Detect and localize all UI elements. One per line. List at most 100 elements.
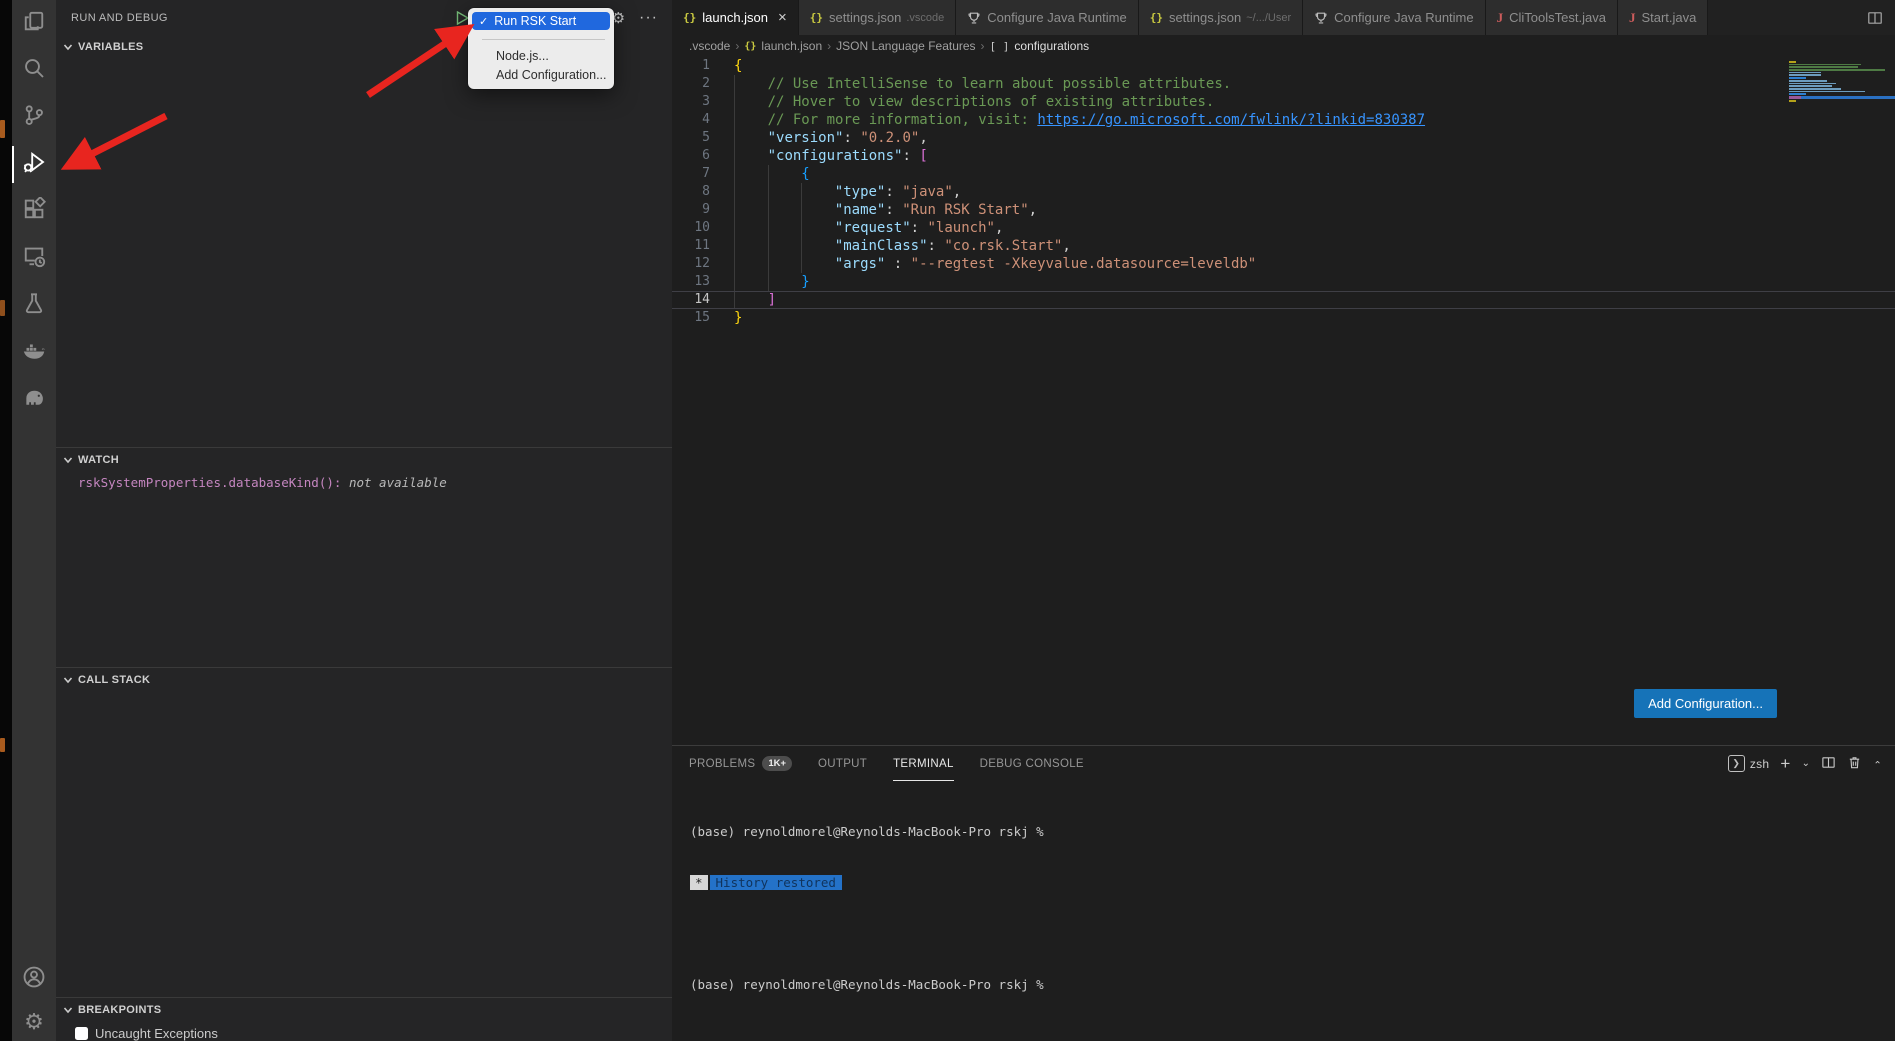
settings-gear-icon: ⚙ [24, 1011, 44, 1033]
breadcrumb-separator: › [735, 39, 739, 53]
tab-label: settings.json [1169, 10, 1241, 25]
code-line[interactable]: 5"version": "0.2.0", [672, 129, 1895, 147]
code-line[interactable]: 1{ [672, 57, 1895, 75]
maximize-panel-icon[interactable]: ⌄ [1873, 758, 1882, 769]
add-configuration-button[interactable]: Add Configuration... [1634, 689, 1777, 718]
code-line[interactable]: 3// Hover to view descriptions of existi… [672, 93, 1895, 111]
menu-item-add-configuration[interactable]: Add Configuration... [468, 66, 614, 84]
tab-label: Configure Java Runtime [987, 10, 1126, 25]
watch-expression-row[interactable]: rskSystemProperties.databaseKind(): not … [56, 472, 672, 490]
line-number: 11 [672, 237, 734, 255]
sidebar-item-settings[interactable]: ⚙ [12, 1003, 56, 1041]
tab-detail: ~/.../User [1246, 12, 1291, 24]
terminal-line [690, 925, 1895, 942]
breadcrumb-item[interactable]: configurations [1014, 39, 1089, 53]
breakpoint-row[interactable]: Uncaught Exceptions [56, 1022, 672, 1041]
code-line[interactable]: 10"request": "launch", [672, 219, 1895, 237]
breakpoints-section-header[interactable]: BREAKPOINTS [56, 998, 672, 1022]
more-actions-icon[interactable]: ··· [639, 9, 658, 27]
breadcrumb-item[interactable]: JSON Language Features [836, 39, 975, 53]
line-number: 4 [672, 111, 734, 129]
tab-detail: .vscode [906, 12, 944, 24]
code-editor[interactable]: 1{2// Use IntelliSense to learn about po… [672, 57, 1895, 745]
new-terminal-icon[interactable]: + [1780, 754, 1790, 774]
terminal-line-history: *History restored [690, 874, 1895, 891]
code-line[interactable]: 4// For more information, visit: https:/… [672, 111, 1895, 129]
code-lines: 1{2// Use IntelliSense to learn about po… [672, 57, 1895, 327]
line-number: 10 [672, 219, 734, 237]
breadcrumb-item[interactable]: .vscode [689, 39, 730, 53]
sidebar-item-accounts[interactable] [12, 956, 56, 1003]
split-terminal-icon[interactable] [1821, 755, 1836, 773]
kill-terminal-icon[interactable] [1847, 755, 1862, 773]
json-icon: {} [810, 11, 823, 24]
tab-terminal[interactable]: TERMINAL [893, 746, 954, 781]
code-line[interactable]: 9"name": "Run RSK Start", [672, 201, 1895, 219]
shell-selector[interactable]: ❯ zsh [1728, 755, 1770, 772]
watch-section: WATCH rskSystemProperties.databaseKind()… [56, 447, 672, 667]
explorer-icon [22, 9, 46, 38]
sidebar-item-gradle[interactable] [12, 376, 56, 423]
watch-section-header[interactable]: WATCH [56, 448, 672, 472]
panel-tab-label: PROBLEMS [689, 758, 755, 770]
editor-group: {} launch.json × {} settings.json .vscod… [672, 0, 1895, 1041]
tab-start-java[interactable]: J Start.java [1618, 0, 1708, 35]
tab-settings-json-vscode[interactable]: {} settings.json .vscode [799, 0, 956, 35]
close-icon[interactable]: × [778, 10, 787, 25]
sidebar-item-explorer[interactable] [12, 0, 56, 47]
code-line[interactable]: 14] [672, 291, 1895, 309]
sidebar-item-testing[interactable] [12, 282, 56, 329]
menu-item-nodejs[interactable]: Node.js... [468, 47, 614, 65]
sidebar-item-remote-explorer[interactable] [12, 235, 56, 282]
code-line[interactable]: 11"mainClass": "co.rsk.Start", [672, 237, 1895, 255]
tab-configure-java-runtime-1[interactable]: Configure Java Runtime [956, 0, 1138, 35]
code-line[interactable]: 7{ [672, 165, 1895, 183]
tab-clitoolstest-java[interactable]: J CliToolsTest.java [1486, 0, 1618, 35]
tab-debug-console[interactable]: DEBUG CONSOLE [980, 746, 1084, 781]
code-line[interactable]: 13} [672, 273, 1895, 291]
tab-output[interactable]: OUTPUT [818, 746, 867, 781]
vscode-window: ⚙ RUN AND DEBUG ⚙ ··· VARIABLES WATCH rs… [0, 0, 1895, 1041]
code-line[interactable]: 2// Use IntelliSense to learn about poss… [672, 75, 1895, 93]
section-label: VARIABLES [78, 41, 143, 53]
code-line[interactable]: 8"type": "java", [672, 183, 1895, 201]
line-number: 5 [672, 129, 734, 147]
breadcrumb[interactable]: .vscode › {} launch.json › JSON Language… [672, 35, 1895, 57]
menu-item-run-rsk-start[interactable]: ✓ Run RSK Start [472, 12, 610, 30]
history-star-badge: * [690, 875, 708, 890]
checkbox-icon[interactable] [75, 1027, 88, 1040]
sidebar-item-search[interactable] [12, 47, 56, 94]
chevron-down-icon[interactable]: ⌄ [1802, 758, 1811, 769]
sidebar-item-source-control[interactable] [12, 94, 56, 141]
run-and-debug-icon [22, 150, 46, 179]
line-number: 15 [672, 309, 734, 327]
minimap[interactable] [1789, 59, 1895, 103]
java-runtime-icon [967, 11, 981, 25]
terminal-output[interactable]: (base) reynoldmorel@Reynolds-MacBook-Pro… [672, 781, 1895, 1041]
tab-problems[interactable]: PROBLEMS 1K+ [689, 746, 792, 781]
sidebar-item-run-and-debug[interactable] [12, 141, 56, 188]
code-line[interactable]: 6"configurations": [ [672, 147, 1895, 165]
sidebar-item-extensions[interactable] [12, 188, 56, 235]
tab-configure-java-runtime-2[interactable]: Configure Java Runtime [1303, 0, 1485, 35]
testing-icon [22, 291, 46, 320]
tab-label: CliToolsTest.java [1509, 10, 1606, 25]
call-stack-section-header[interactable]: CALL STACK [56, 668, 672, 692]
run-and-debug-sidebar: RUN AND DEBUG ⚙ ··· VARIABLES WATCH rskS… [56, 0, 672, 1041]
breadcrumb-item[interactable]: launch.json [761, 39, 822, 53]
tab-settings-json-user[interactable]: {} settings.json ~/.../User [1139, 0, 1303, 35]
split-editor-icon[interactable] [1867, 0, 1883, 35]
panel-tab-bar: PROBLEMS 1K+ OUTPUT TERMINAL DEBUG CONSO… [672, 746, 1895, 781]
array-icon: [ ] [990, 40, 1010, 53]
variables-section: VARIABLES [56, 35, 672, 447]
breakpoint-label: Uncaught Exceptions [95, 1026, 218, 1041]
code-line[interactable]: 12"args" : "--regtest -Xkeyvalue.datasou… [672, 255, 1895, 273]
code-line[interactable]: 15} [672, 309, 1895, 327]
history-restored-badge: History restored [710, 875, 842, 890]
activity-bar: ⚙ [12, 0, 56, 1041]
tab-launch-json[interactable]: {} launch.json × [672, 0, 799, 35]
line-number: 12 [672, 255, 734, 273]
tab-label: launch.json [702, 10, 768, 25]
desktop-fragment [0, 738, 5, 752]
sidebar-item-docker[interactable] [12, 329, 56, 376]
